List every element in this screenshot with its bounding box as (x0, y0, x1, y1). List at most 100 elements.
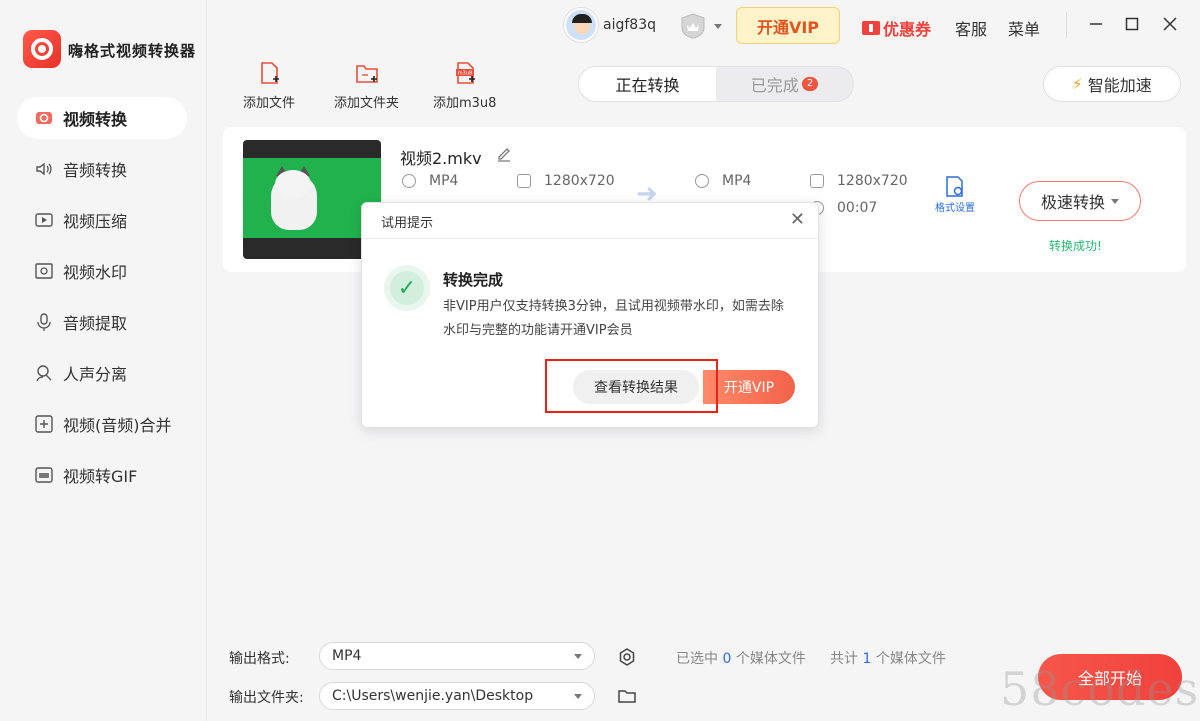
output-format-select[interactable]: MP4 (319, 642, 595, 670)
video-compress-icon (33, 210, 55, 230)
total-prefix: 共计 (830, 651, 858, 667)
gif-icon (33, 465, 55, 485)
target-format: MP4 (695, 173, 751, 189)
app-title: 嗨格式视频转换器 (68, 42, 197, 60)
sidebar-item-vocal-separate[interactable]: 人声分离 (17, 352, 187, 394)
selected-suffix: 个媒体文件 (735, 651, 806, 667)
total-count: 共计 1 个媒体文件 (830, 648, 946, 668)
file-name: 视频2.mkv (400, 149, 482, 168)
target-format-value: MP4 (722, 173, 752, 189)
output-folder-select[interactable]: C:\Users\wenjie.yan\Desktop (319, 682, 595, 710)
sidebar-item-label: 音频提取 (63, 314, 128, 333)
m3u8-tag: m3u8 (458, 71, 472, 77)
format-settings-label: 格式设置 (935, 203, 975, 214)
output-format-label: 输出格式: (229, 651, 290, 667)
minimize-icon[interactable] (1086, 14, 1106, 34)
add-folder-button[interactable]: 添加文件夹 (334, 60, 399, 111)
smart-acceleration-button[interactable]: ⚡ 智能加速 (1043, 66, 1181, 102)
sidebar-item-video-watermark[interactable]: 视频水印 (17, 250, 187, 292)
chevron-down-icon (574, 694, 582, 699)
add-file-button[interactable]: 添加文件 (243, 60, 295, 111)
format-icon (402, 174, 416, 188)
microphone-icon (33, 312, 55, 332)
app-logo-icon (23, 30, 61, 68)
sidebar-item-video-compress[interactable]: 视频压缩 (17, 199, 187, 241)
output-folder-label: 输出文件夹: (229, 690, 304, 706)
dialog-message: 非VIP用户仅支持转换3分钟，且试用视频带水印，如需去除水印与完整的功能请开通V… (443, 299, 784, 338)
sidebar-item-video-convert[interactable]: 视频转换 (17, 97, 187, 139)
close-icon[interactable]: ✕ (790, 209, 805, 230)
add-folder-label: 添加文件夹 (334, 96, 400, 111)
source-resolution: 1280x720 (517, 173, 615, 189)
customer-service-link[interactable]: 客服 (955, 16, 987, 40)
video-convert-icon (33, 108, 55, 128)
smart-acceleration-label: 智能加速 (1087, 76, 1152, 95)
total-number: 1 (862, 651, 872, 667)
member-badge-dropdown[interactable] (678, 12, 722, 40)
target-duration: 00:07 (810, 200, 877, 216)
highlight-box (545, 359, 718, 413)
avatar (564, 8, 598, 42)
dialog-divider (362, 238, 818, 239)
sidebar-item-label: 人声分离 (63, 365, 128, 384)
add-m3u8-button[interactable]: m3u8 添加m3u8 (433, 60, 496, 111)
settings-file-icon (946, 176, 963, 197)
target-duration-value: 00:07 (837, 200, 878, 216)
sidebar: 嗨格式视频转换器 视频转换 音频转换 视频压缩 视频水印 音频提取 人声分离 视… (0, 0, 207, 721)
maximize-icon[interactable] (1122, 14, 1142, 34)
speaker-icon (33, 159, 55, 179)
selected-number: 0 (722, 651, 732, 667)
close-icon[interactable] (1160, 14, 1180, 34)
dialog-heading: 转换完成 (443, 271, 504, 289)
format-icon (695, 174, 709, 188)
gear-icon[interactable] (617, 647, 637, 667)
merge-icon (33, 414, 55, 434)
add-m3u8-label: 添加m3u8 (433, 96, 497, 111)
sidebar-item-audio-convert[interactable]: 音频转换 (17, 148, 187, 190)
sidebar-item-label: 视频转GIF (63, 467, 138, 486)
tab-completed[interactable]: 已完成 2 (716, 67, 853, 101)
chevron-down-icon (574, 654, 582, 659)
output-format-value: MP4 (332, 648, 362, 664)
dialog-title: 试用提示 (381, 216, 434, 231)
selected-count: 已选中 0 个媒体文件 (676, 648, 806, 668)
completed-count-badge: 2 (801, 77, 819, 91)
format-settings-button[interactable]: 格式设置 (933, 175, 977, 214)
selected-prefix: 已选中 (676, 651, 718, 667)
sidebar-item-merge[interactable]: 视频(音频)合并 (17, 403, 187, 445)
fast-convert-button[interactable]: 极速转换 (1019, 181, 1141, 221)
coupon-icon (862, 21, 880, 35)
source-resolution-value: 1280x720 (544, 173, 615, 189)
add-file-icon (261, 62, 279, 84)
success-check-icon: ✓ (384, 265, 430, 311)
folder-icon[interactable] (617, 686, 637, 706)
source-format-value: MP4 (429, 173, 459, 189)
status-tabs: 正在转换 已完成 2 (578, 66, 854, 102)
resolution-icon (810, 174, 824, 188)
user-profile[interactable]: aigf83q (564, 8, 656, 42)
resolution-icon (517, 174, 531, 188)
vocal-separate-icon (33, 363, 55, 383)
sidebar-item-label: 视频水印 (63, 263, 128, 282)
target-resolution: 1280x720 (810, 173, 908, 189)
conversion-status: 转换成功! (1049, 239, 1102, 253)
sidebar-nav: 视频转换 音频转换 视频压缩 视频水印 音频提取 人声分离 视频(音频)合并 视… (17, 97, 187, 505)
open-vip-button[interactable]: 开通VIP (736, 7, 840, 44)
add-file-label: 添加文件 (243, 96, 296, 111)
target-resolution-value: 1280x720 (837, 173, 908, 189)
crown-badge-icon (681, 13, 705, 39)
sidebar-item-label: 音频转换 (63, 161, 128, 180)
total-suffix: 个媒体文件 (875, 651, 946, 667)
sidebar-item-gif[interactable]: 视频转GIF (17, 454, 187, 496)
chevron-down-icon (714, 23, 722, 29)
menu-link[interactable]: 菜单 (1008, 16, 1040, 40)
sidebar-item-label: 视频压缩 (63, 212, 128, 231)
coupon-button[interactable]: 优惠券 (862, 16, 931, 40)
sidebar-item-audio-extract[interactable]: 音频提取 (17, 301, 187, 343)
lightning-icon: ⚡ (1072, 75, 1083, 93)
source-format: MP4 (402, 173, 458, 189)
edit-icon[interactable] (496, 146, 512, 162)
coupon-label: 优惠券 (883, 20, 932, 39)
tab-converting[interactable]: 正在转换 (579, 67, 716, 101)
tab-completed-label: 已完成 (750, 76, 799, 95)
